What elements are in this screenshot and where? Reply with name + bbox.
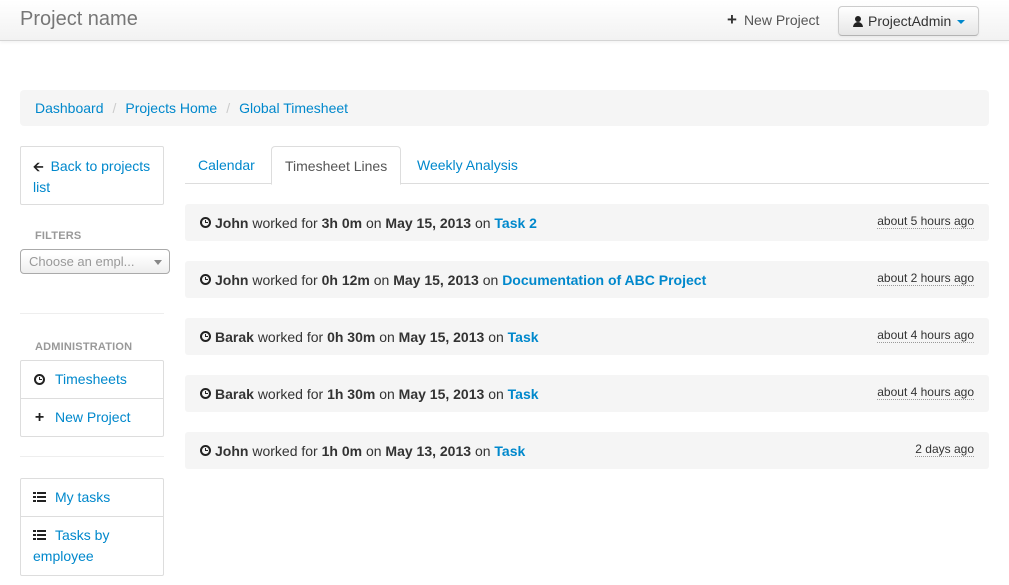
caret-down-icon: [957, 20, 966, 24]
sidebar-item-label: My tasks: [55, 489, 111, 505]
line-text: on: [379, 385, 395, 402]
date: May 15, 2013: [393, 271, 479, 288]
employee-select[interactable]: Choose an empl...: [20, 249, 170, 274]
relative-time: about 5 hours ago: [877, 214, 974, 229]
breadcrumb-separator: /: [112, 100, 117, 116]
task-link[interactable]: Task 2: [494, 215, 537, 231]
back-to-projects-box: 🡨 Back to projects list: [20, 146, 164, 205]
timesheet-line: John worked for 3h 0m on May 15, 2013 on…: [185, 204, 989, 241]
timesheet-tabs: Calendar Timesheet Lines Weekly Analysis: [185, 146, 989, 185]
duration: 1h 30m: [327, 385, 376, 402]
timesheet-line: Barak worked for 0h 30m on May 15, 2013 …: [185, 318, 989, 355]
line-text: worked for: [252, 271, 318, 288]
back-to-projects-label: Back to projects list: [33, 158, 151, 195]
date: May 15, 2013: [398, 328, 485, 345]
breadcrumb-dashboard[interactable]: Dashboard: [35, 100, 104, 116]
navbar-new-project-label: New Project: [743, 12, 820, 28]
line-text: on: [488, 328, 504, 345]
duration: 3h 0m: [321, 214, 363, 231]
line-text: worked for: [257, 328, 324, 345]
line-text: on: [474, 214, 491, 231]
breadcrumb: Dashboard / Projects Home / Global Times…: [20, 90, 989, 126]
line-text: on: [373, 271, 390, 288]
duration: 0h 30m: [327, 328, 376, 345]
sidebar-divider: [20, 456, 164, 457]
sidebar-item-label: New Project: [55, 409, 131, 425]
line-text: on: [379, 328, 395, 345]
user-icon: [853, 15, 863, 27]
date: May 13, 2013: [385, 442, 472, 459]
breadcrumb-projects-home[interactable]: Projects Home: [125, 100, 217, 116]
employee-name: Barak: [215, 328, 254, 345]
breadcrumb-global-timesheet[interactable]: Global Timesheet: [239, 100, 348, 116]
employee-name: John: [215, 442, 249, 459]
clock-icon: [34, 374, 45, 385]
relative-time: about 2 hours ago: [877, 271, 974, 286]
line-text: worked for: [252, 442, 318, 459]
user-menu-label: ProjectAdmin: [868, 13, 952, 29]
tab-timesheet-lines[interactable]: Timesheet Lines: [271, 146, 402, 185]
line-text: on: [488, 385, 504, 402]
user-menu-button[interactable]: ProjectAdmin: [838, 6, 979, 36]
admin-menu: Timesheets + New Project: [20, 360, 164, 437]
tab-calendar[interactable]: Calendar: [185, 146, 268, 184]
list-icon: [33, 530, 46, 541]
date: May 15, 2013: [398, 385, 485, 402]
sidebar-item-label: Timesheets: [55, 371, 127, 387]
clock-icon: [200, 274, 211, 285]
relative-time: about 4 hours ago: [877, 328, 974, 343]
task-link[interactable]: Documentation of ABC Project: [502, 272, 706, 288]
chevron-down-icon: [154, 260, 162, 265]
task-link[interactable]: Task: [494, 443, 525, 459]
clock-icon: [200, 217, 211, 228]
clock-icon: [200, 331, 211, 342]
tab-weekly-analysis[interactable]: Weekly Analysis: [404, 146, 531, 184]
employee-name: John: [215, 271, 249, 288]
sidebar-item-my-tasks[interactable]: My tasks: [21, 479, 163, 516]
timesheet-line: John worked for 0h 12m on May 15, 2013 o…: [185, 261, 989, 298]
line-text: on: [482, 271, 499, 288]
navbar-new-project-link[interactable]: + New Project: [727, 10, 820, 29]
plus-icon: +: [727, 10, 737, 29]
task-link[interactable]: Task: [508, 386, 539, 402]
administration-header: ADMINISTRATION: [35, 341, 133, 353]
clock-icon: [200, 388, 211, 399]
list-icon: [33, 492, 46, 503]
sidebar-item-new-project[interactable]: + New Project: [21, 398, 163, 436]
sidebar-divider: [20, 313, 164, 314]
duration: 1h 0m: [321, 442, 363, 459]
task-link[interactable]: Task: [508, 329, 539, 345]
clock-icon: [200, 445, 211, 456]
relative-time: about 4 hours ago: [877, 385, 974, 400]
employee-name: John: [215, 214, 249, 231]
line-text: on: [365, 214, 382, 231]
date: May 15, 2013: [385, 214, 472, 231]
duration: 0h 12m: [321, 271, 370, 288]
top-navbar: Project name + New Project ProjectAdmin: [0, 0, 1009, 41]
line-text: on: [474, 442, 491, 459]
employee-name: Barak: [215, 385, 254, 402]
timesheet-line: John worked for 1h 0m on May 13, 2013 on…: [185, 432, 989, 469]
employee-select-placeholder: Choose an empl...: [29, 254, 135, 269]
line-text: on: [365, 442, 382, 459]
back-to-projects-link[interactable]: 🡨 Back to projects list: [33, 158, 150, 195]
line-text: worked for: [252, 214, 318, 231]
relative-time: 2 days ago: [915, 442, 974, 457]
sidebar-item-tasks-by-employee[interactable]: Tasks by employee: [21, 516, 163, 575]
line-text: worked for: [257, 385, 324, 402]
timesheet-line: Barak worked for 1h 30m on May 15, 2013 …: [185, 375, 989, 412]
sidebar-item-timesheets[interactable]: Timesheets: [21, 361, 163, 398]
brand-link[interactable]: Project name: [20, 8, 138, 31]
filters-header: FILTERS: [35, 230, 82, 242]
plus-icon: +: [34, 409, 45, 426]
arrow-left-icon: 🡨: [33, 159, 44, 174]
breadcrumb-separator: /: [226, 100, 231, 116]
tasks-menu: My tasks Tasks by employee: [20, 478, 164, 576]
